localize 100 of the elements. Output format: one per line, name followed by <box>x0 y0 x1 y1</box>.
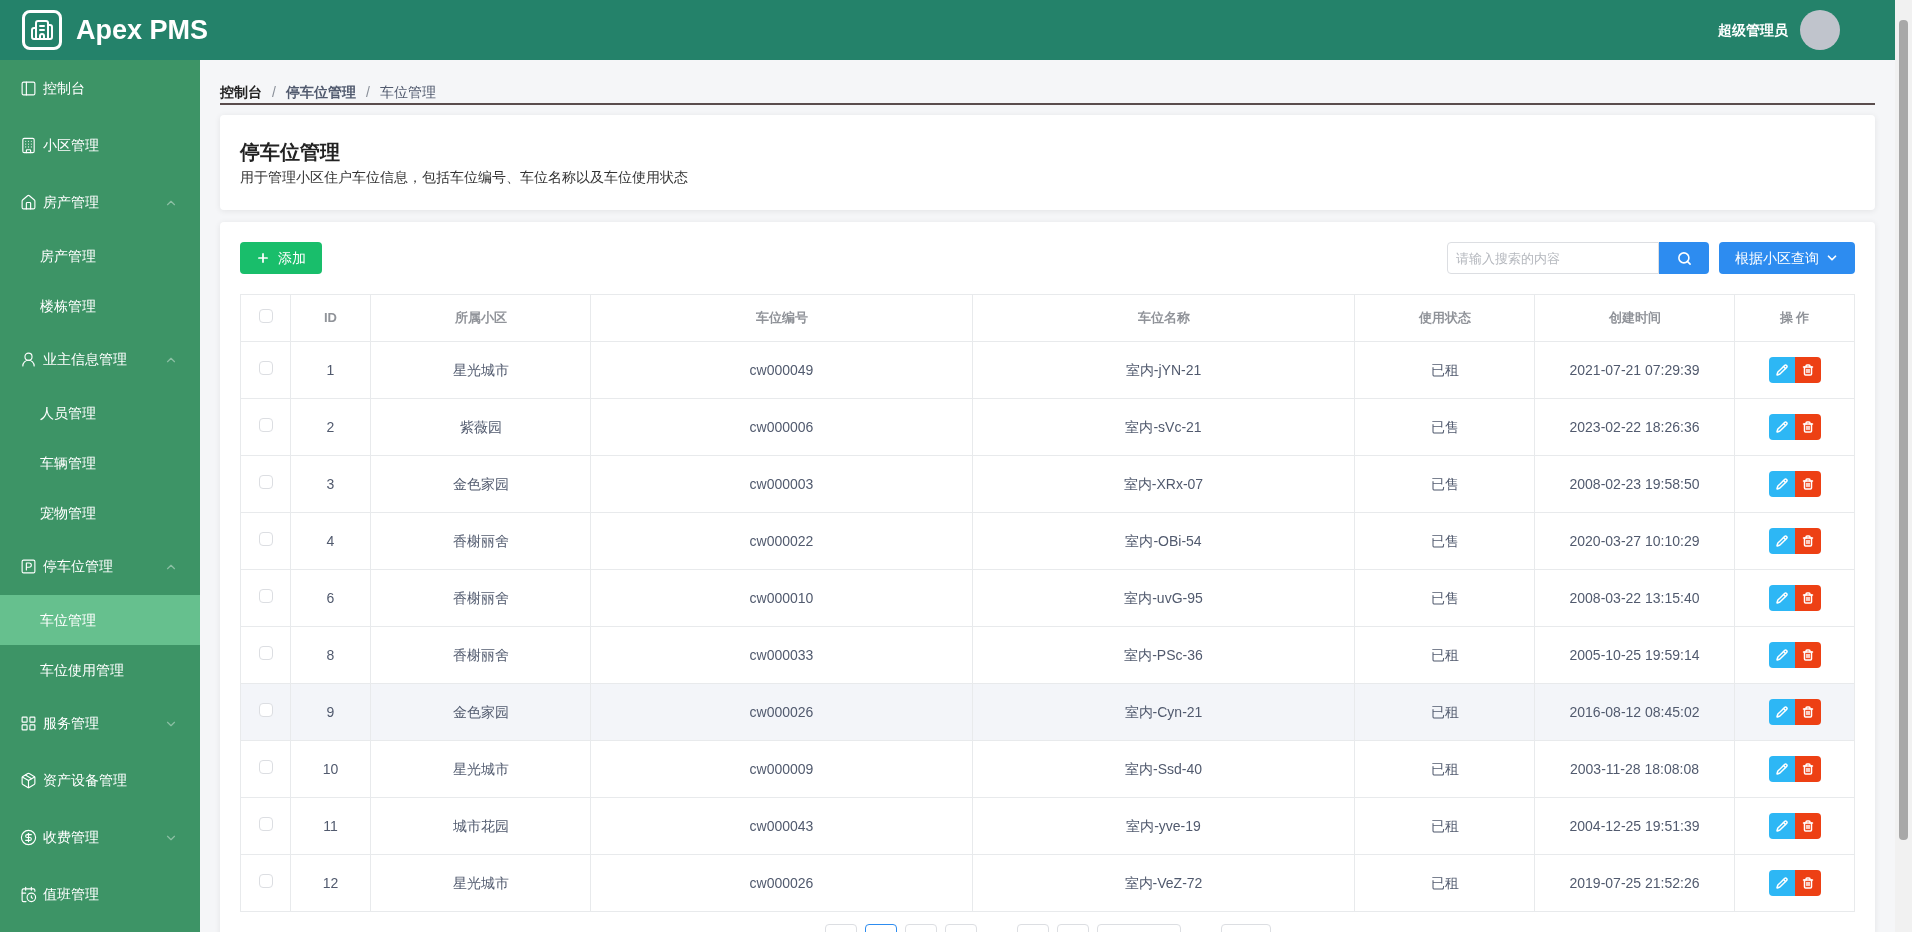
table-row[interactable]: 8 香榭丽舍 cw000033 室内-PSc-36 已租 2005-10-25 19:59:14 <box>240 626 1855 684</box>
sidebar-item[interactable]: 业主信息管理 <box>0 331 200 388</box>
sidebar-subitem[interactable]: 宠物管理 <box>0 488 200 538</box>
edit-button[interactable] <box>1768 414 1795 440</box>
table-cell: cw000026 <box>590 854 973 912</box>
pencil-icon <box>1775 535 1788 547</box>
table-row[interactable]: 12 星光城市 cw000026 室内-VeZ-72 已租 2019-07-25 21:52:26 <box>240 854 1855 912</box>
delete-button[interactable] <box>1794 585 1821 611</box>
sidebar-item[interactable]: 房产管理 <box>0 174 200 231</box>
checkbox[interactable] <box>258 873 273 888</box>
table-cell: 已售 <box>1354 398 1535 456</box>
edit-button[interactable] <box>1768 642 1795 668</box>
delete-button[interactable] <box>1794 528 1821 554</box>
sidebar-item[interactable]: 收费管理 <box>0 809 200 866</box>
edit-button[interactable] <box>1768 699 1795 725</box>
add-button[interactable]: 添加 <box>240 242 322 274</box>
checkbox[interactable] <box>258 417 273 432</box>
table-cell: cw000006 <box>590 398 973 456</box>
checkbox[interactable] <box>258 474 273 489</box>
sidebar-subitem[interactable]: 楼栋管理 <box>0 281 200 331</box>
table-row[interactable]: 2 紫薇园 cw000006 室内-sVc-21 已售 2023-02-22 18:26:36 <box>240 398 1855 456</box>
table-cell: 已租 <box>1354 683 1535 741</box>
checkbox[interactable] <box>258 308 273 323</box>
user-name[interactable]: 超级管理员 <box>1718 19 1788 41</box>
table-cell: 2019-07-25 21:52:26 <box>1534 854 1735 912</box>
delete-button[interactable] <box>1794 813 1821 839</box>
delete-button[interactable] <box>1794 471 1821 497</box>
table-cell: 室内-PSc-36 <box>972 626 1355 684</box>
breadcrumb-link[interactable]: 控制台 <box>220 82 262 103</box>
house-icon <box>20 194 37 211</box>
sidebar-subitem[interactable]: 车位使用管理 <box>0 645 200 695</box>
trash-icon <box>1801 364 1814 376</box>
table-row[interactable]: 11 城市花园 cw000043 室内-yve-19 已租 2004-12-25 19:51:39 <box>240 797 1855 855</box>
checkbox[interactable] <box>258 588 273 603</box>
table-row[interactable]: 1 星光城市 cw000049 室内-jYN-21 已租 2021-07-21 07:29:39 <box>240 341 1855 399</box>
checkbox[interactable] <box>258 759 273 774</box>
checkbox[interactable] <box>258 702 273 717</box>
calendar-icon <box>20 886 37 903</box>
pencil-icon <box>1775 592 1788 604</box>
edit-button[interactable] <box>1768 870 1795 896</box>
pencil-icon <box>1775 478 1788 490</box>
edit-button[interactable] <box>1768 528 1795 554</box>
table-cell: cw000049 <box>590 341 973 399</box>
sidebar-subitem[interactable]: 人员管理 <box>0 388 200 438</box>
avatar[interactable] <box>1800 10 1840 50</box>
table-cell: 室内-yve-19 <box>972 797 1355 855</box>
table-cell: 紫薇园 <box>370 398 591 456</box>
table-cell: 3 <box>290 455 371 513</box>
table-cell: 已售 <box>1354 455 1535 513</box>
checkbox[interactable] <box>258 360 273 375</box>
sidebar-item[interactable]: 资产设备管理 <box>0 752 200 809</box>
table-cell: 2 <box>290 398 371 456</box>
table-row[interactable]: 10 星光城市 cw000009 室内-Ssd-40 已租 2003-11-28 18:08:08 <box>240 740 1855 798</box>
delete-button[interactable] <box>1794 870 1821 896</box>
edit-button[interactable] <box>1768 471 1795 497</box>
delete-button[interactable] <box>1794 414 1821 440</box>
edit-button[interactable] <box>1768 813 1795 839</box>
table-cell: 已租 <box>1354 854 1535 912</box>
parking-icon <box>20 558 37 575</box>
edit-button[interactable] <box>1768 756 1795 782</box>
sidebar-item[interactable]: 控制台 <box>0 60 200 117</box>
sidebar-item[interactable]: 停车位管理 <box>0 538 200 595</box>
delete-button[interactable] <box>1794 699 1821 725</box>
table-cell: 已租 <box>1354 740 1535 798</box>
table-row[interactable]: 9 金色家园 cw000026 室内-Cyn-21 已租 2016-08-12 08:45:02 <box>240 683 1855 741</box>
sidebar-subitem[interactable]: 房产管理 <box>0 231 200 281</box>
breadcrumb-link[interactable]: 停车位管理 <box>285 82 356 103</box>
checkbox[interactable] <box>258 816 273 831</box>
breadcrumb-link[interactable]: 车位管理 <box>379 82 436 103</box>
scrollbar[interactable] <box>1895 0 1912 932</box>
sidebar-subitem[interactable]: 车位管理 <box>0 595 200 645</box>
filter-dropdown[interactable]: 根据小区查询 <box>1719 242 1855 274</box>
table-cell: 香榭丽舍 <box>370 626 591 684</box>
table-row[interactable]: 6 香榭丽舍 cw000010 室内-uvG-95 已售 2008-03-22 13:15:40 <box>240 569 1855 627</box>
brand-name: Apex PMS <box>76 13 209 47</box>
trash-icon <box>1801 478 1814 490</box>
sidebar-item[interactable]: 值班管理 <box>0 866 200 923</box>
trash-icon <box>1801 592 1814 604</box>
checkbox[interactable] <box>258 531 273 546</box>
edit-button[interactable] <box>1768 585 1795 611</box>
delete-button[interactable] <box>1794 756 1821 782</box>
edit-button[interactable] <box>1768 357 1795 383</box>
pencil-icon <box>1775 706 1788 718</box>
delete-button[interactable] <box>1794 357 1821 383</box>
page-title: 停车位管理 <box>240 140 341 165</box>
table-row[interactable]: 3 金色家园 cw000003 室内-XRx-07 已售 2008-02-23 19:58:50 <box>240 455 1855 513</box>
sidebar-item[interactable]: 小区管理 <box>0 117 200 174</box>
box-icon <box>20 772 37 789</box>
table-row[interactable]: 4 香榭丽舍 cw000022 室内-OBi-54 已售 2020-03-27 10:10:29 <box>240 512 1855 570</box>
table-cell: 1 <box>290 341 371 399</box>
sidebar-item[interactable]: 服务管理 <box>0 695 200 752</box>
table-cell: 12 <box>290 854 371 912</box>
delete-button[interactable] <box>1794 642 1821 668</box>
search-button[interactable] <box>1659 242 1709 274</box>
table-cell: 已租 <box>1354 797 1535 855</box>
sidebar-subitem[interactable]: 车辆管理 <box>0 438 200 488</box>
search-field[interactable]: 请输入搜索的内容 <box>1447 242 1659 274</box>
user-icon <box>20 351 37 368</box>
table-cell: 2021-07-21 07:29:39 <box>1534 341 1735 399</box>
checkbox[interactable] <box>258 645 273 660</box>
